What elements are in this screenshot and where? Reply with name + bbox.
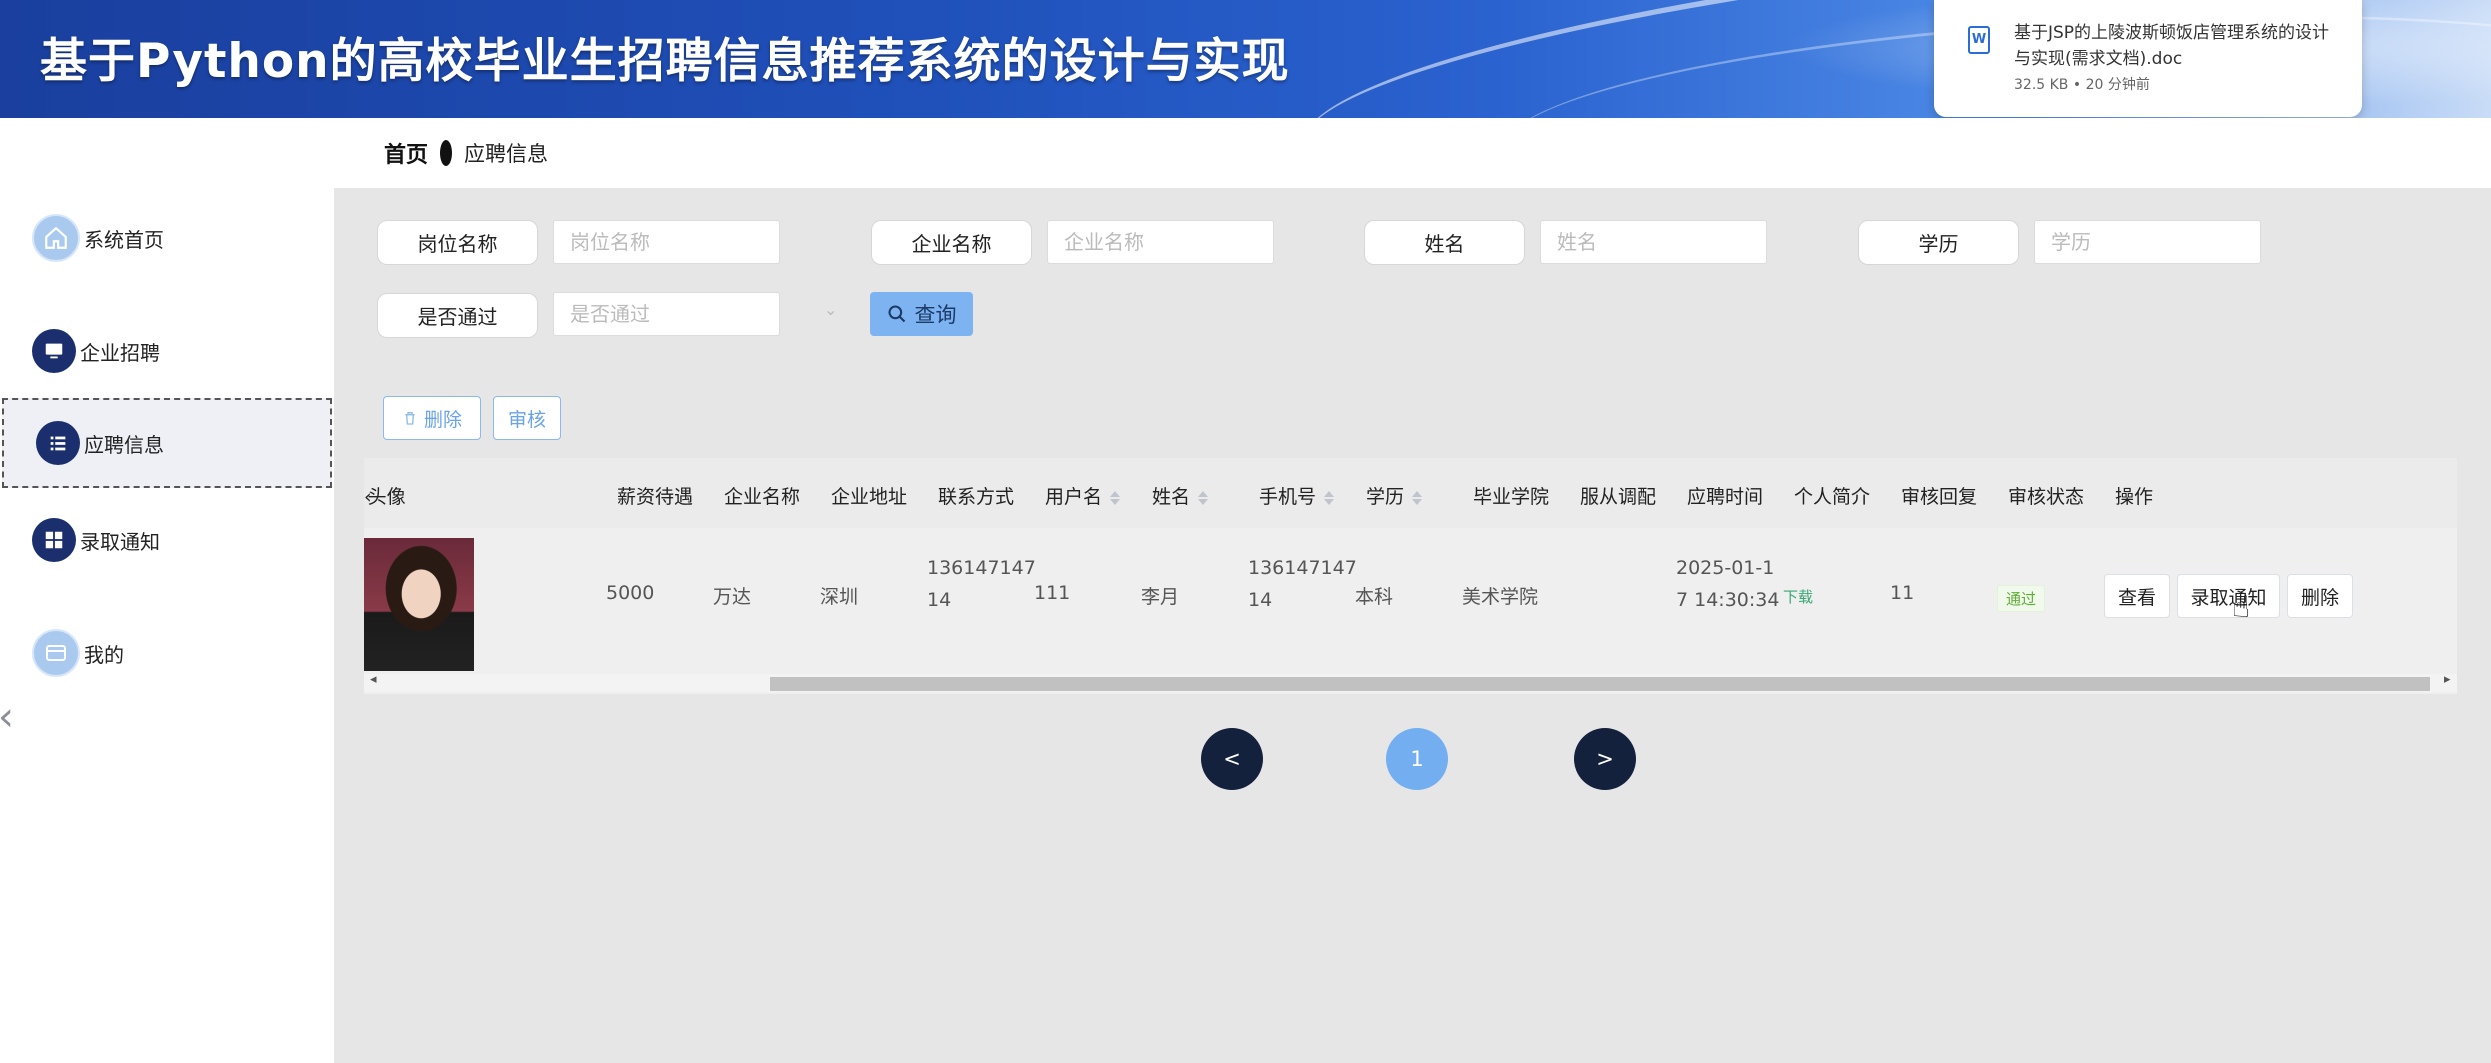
label-passed: 是否通过 <box>377 293 538 338</box>
collapse-sidebar-icon[interactable]: ‹ <box>0 694 14 740</box>
search-icon <box>887 305 905 323</box>
th-obey: 服从调配 <box>1580 486 1657 508</box>
admission-notice-button[interactable]: 录取通知 <box>2177 574 2280 618</box>
th-address: 企业地址 <box>831 486 908 508</box>
cell-salary: 5000 <box>606 582 655 604</box>
prev-page-button[interactable]: < <box>1201 728 1263 790</box>
position-name-input[interactable] <box>553 220 780 264</box>
download-meta: 32.5 KB • 20 分钟前 <box>2014 77 2150 93</box>
list-icon <box>36 421 80 465</box>
cell-college: 美术学院 <box>1462 586 1539 608</box>
company-name-input[interactable] <box>1047 220 1274 264</box>
sort-icon[interactable] <box>1412 489 1423 507</box>
label-education: 学历 <box>1858 220 2019 265</box>
applications-table: ‹头像 薪资待遇 企业名称 企业地址 联系方式 用户名 姓名 手机号 学历 毕业… <box>364 458 2457 694</box>
cell-contact: 136147147 14 <box>927 557 1036 611</box>
cell-name: 李月 <box>1141 586 1180 608</box>
horizontal-scrollbar[interactable]: ◂ ▸ <box>364 672 2457 692</box>
sort-icon[interactable] <box>1110 489 1121 507</box>
breadcrumb-current: 应聘信息 <box>464 142 549 166</box>
cell-address: 深圳 <box>820 586 859 608</box>
monitor-icon <box>32 329 76 373</box>
page-1-button[interactable]: 1 <box>1386 728 1448 790</box>
download-notification[interactable]: W 基于JSP的上陵波斯顿饭店管理系统的设计与实现(需求文档).doc 32.5… <box>1934 0 2362 117</box>
sidebar-item-label: 录取通知 <box>80 529 160 554</box>
sidebar-item-label: 应聘信息 <box>84 432 164 457</box>
delete-label: 删除 <box>423 408 462 431</box>
system-title: 基于Python的高校毕业生招聘信息推荐系统的设计与实现 <box>40 34 1290 89</box>
th-company: 企业名称 <box>724 486 801 508</box>
cell-education: 本科 <box>1355 586 1394 608</box>
education-input[interactable] <box>2034 220 2261 264</box>
sidebar-item-label: 系统首页 <box>84 227 164 252</box>
th-education[interactable]: 学历 <box>1366 482 1423 509</box>
sort-icon[interactable] <box>1324 489 1335 507</box>
cell-username: 111 <box>1034 582 1071 604</box>
cell-apply-time: 2025-01-1 7 14:30:34 <box>1676 557 1780 611</box>
delete-button[interactable]: 删除 <box>383 396 481 440</box>
th-college: 毕业学院 <box>1473 486 1550 508</box>
intro-download-link[interactable]: 下载 <box>1783 586 1813 607</box>
review-button[interactable]: 审核 <box>493 396 561 440</box>
passed-select[interactable] <box>553 292 780 336</box>
th-intro: 个人简介 <box>1794 486 1871 508</box>
label-position-name: 岗位名称 <box>377 220 538 265</box>
breadcrumb-separator-icon <box>440 140 453 166</box>
th-username[interactable]: 用户名 <box>1045 482 1121 509</box>
th-name[interactable]: 姓名 <box>1152 482 1209 509</box>
download-filename[interactable]: 基于JSP的上陵波斯顿饭店管理系统的设计与实现(需求文档).doc <box>2014 20 2344 72</box>
status-badge: 通过 <box>1997 585 2046 612</box>
scroll-left-icon[interactable]: ◂ <box>370 672 377 687</box>
chevron-down-icon[interactable]: ⌄ <box>824 300 837 319</box>
sidebar-item-home[interactable]: 系统首页 <box>0 193 334 283</box>
breadcrumb: 首页 应聘信息 <box>334 118 2491 188</box>
view-button[interactable]: 查看 <box>2104 574 2170 618</box>
th-reply: 审核回复 <box>1901 486 1978 508</box>
query-button[interactable]: 查询 <box>870 292 973 336</box>
profile-card-icon <box>32 629 80 677</box>
avatar <box>364 538 474 671</box>
scroll-right-icon[interactable]: ▸ <box>2444 672 2451 687</box>
sidebar-item-applications[interactable]: 应聘信息 <box>2 398 332 488</box>
th-operations: 操作 <box>2115 486 2154 508</box>
cell-company: 万达 <box>713 586 752 608</box>
sidebar-item-label: 企业招聘 <box>80 340 160 365</box>
th-apply-time: 应聘时间 <box>1687 486 1764 508</box>
cell-phone: 136147147 14 <box>1248 557 1357 611</box>
trash-icon <box>405 412 415 425</box>
th-contact: 联系方式 <box>938 486 1015 508</box>
th-phone[interactable]: 手机号 <box>1259 482 1335 509</box>
label-name: 姓名 <box>1364 220 1525 265</box>
query-label: 查询 <box>914 303 957 327</box>
scrollbar-thumb[interactable] <box>770 677 2430 691</box>
sidebar-item-recruitment[interactable]: 企业招聘 <box>0 306 334 396</box>
home-icon <box>32 214 80 262</box>
th-avatar: ‹头像 <box>364 486 406 508</box>
sidebar-item-label: 我的 <box>84 642 124 667</box>
table-row: 5000 万达 深圳 136147147 14 111 李月 136147147 1… <box>364 528 2457 671</box>
th-status: 审核状态 <box>2008 486 2085 508</box>
next-page-button[interactable]: > <box>1574 728 1636 790</box>
table-header: ‹头像 薪资待遇 企业名称 企业地址 联系方式 用户名 姓名 手机号 学历 毕业… <box>364 458 2457 528</box>
hand-cursor-icon: ☝ <box>2232 590 2251 625</box>
sort-icon[interactable] <box>1198 489 1209 507</box>
name-input[interactable] <box>1540 220 1767 264</box>
sidebar: 系统首页 企业招聘 应聘信息 录取通知 我的 ‹ <box>0 118 334 1063</box>
sidebar-item-admission-notice[interactable]: 录取通知 <box>0 495 334 585</box>
sidebar-item-mine[interactable]: 我的 <box>0 608 334 698</box>
word-file-icon: W <box>1968 26 1990 54</box>
grid-icon <box>32 518 76 562</box>
th-salary: 薪资待遇 <box>617 486 694 508</box>
cell-reply: 11 <box>1890 582 1915 604</box>
main-content: 岗位名称 企业名称 姓名 学历 是否通过 ⌄ 查询 删除 审核 ‹头像 薪资待遇… <box>334 188 2491 1063</box>
row-delete-button[interactable]: 删除 <box>2287 574 2353 618</box>
label-company-name: 企业名称 <box>871 220 1032 265</box>
breadcrumb-home[interactable]: 首页 <box>384 137 428 169</box>
